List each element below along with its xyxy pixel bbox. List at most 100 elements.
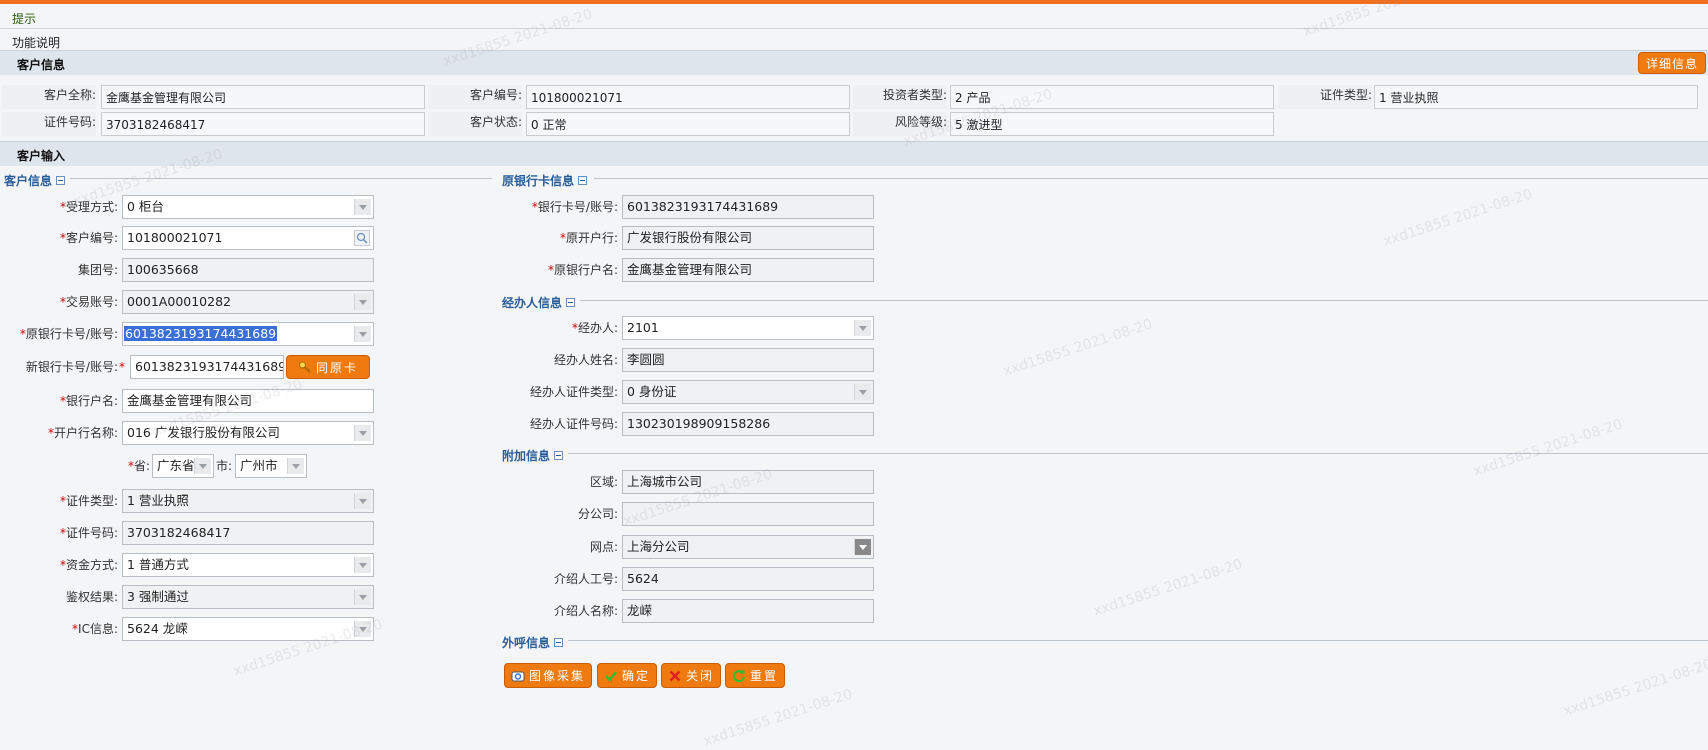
group-title: 客户信息 <box>4 174 53 188</box>
search-icon[interactable] <box>354 230 370 246</box>
province-select[interactable]: 广东省 <box>152 454 214 478</box>
orig-bank-label: *原开户行: <box>559 231 618 245</box>
outlet-select[interactable]: 上海分公司 <box>622 535 874 559</box>
function-description-label[interactable]: 功能说明 <box>12 34 60 51</box>
customer-info-section-header: 客户信息 <box>0 50 1708 75</box>
image-capture-button[interactable]: 图像采集 <box>504 663 592 688</box>
province-label: *省: <box>127 459 150 473</box>
same-as-original-card-button[interactable]: 同原卡 <box>286 355 370 379</box>
watermark: xxd15855 2021-08-20 <box>1301 0 1455 40</box>
cust-status-label: 客户状态: <box>428 112 522 136</box>
orig-acct-name-label: *原银行户名: <box>547 263 618 277</box>
cust-no-value: 101800021071 <box>526 85 850 109</box>
acct-name-input[interactable]: 金鹰基金管理有限公司 <box>122 389 374 413</box>
ic-info-select[interactable]: 5624 龙嵘 <box>122 617 374 641</box>
watermark: xxd15855 2021-08-20 <box>1471 416 1625 480</box>
reset-button[interactable]: 重置 <box>725 663 785 688</box>
chevron-down-icon[interactable] <box>287 458 304 474</box>
chevron-down-icon[interactable] <box>354 557 371 573</box>
detail-info-label: 详细信息 <box>1645 56 1698 71</box>
chevron-down-icon[interactable] <box>854 384 871 400</box>
chevron-down-icon[interactable] <box>354 493 371 509</box>
close-label: 关闭 <box>685 669 714 683</box>
trade-acct-select[interactable]: 0001A00010282 <box>122 290 374 314</box>
watermark: xxd15855 2021-08-20 <box>701 686 855 750</box>
agent-name-field: 李圆圆 <box>622 348 874 372</box>
group-orig-bank-info[interactable]: 原银行卡信息 <box>502 172 588 189</box>
chevron-down-icon[interactable] <box>354 425 371 441</box>
orig-card-select[interactable]: 6013823193174431689 <box>122 322 374 346</box>
confirm-button[interactable]: 确定 <box>597 663 657 688</box>
chevron-down-icon[interactable] <box>354 199 371 215</box>
orig-bank-card-field: 6013823193174431689 <box>622 195 874 219</box>
divider <box>0 28 1708 29</box>
chevron-down-icon[interactable] <box>354 294 371 310</box>
group-extra-info[interactable]: 附加信息 <box>502 447 564 464</box>
confirm-label: 确定 <box>621 669 650 683</box>
customer-input-section-header: 客户输入 <box>0 141 1708 166</box>
fund-mode-select[interactable]: 1 普通方式 <box>122 553 374 577</box>
chevron-down-icon[interactable] <box>354 589 371 605</box>
agent-id-no-field: 130230198909158286 <box>622 412 874 436</box>
cust-no-input-label: *客户编号: <box>59 231 118 245</box>
group-title: 原银行卡信息 <box>502 174 575 188</box>
new-card-input[interactable]: 6013823193174431689 <box>130 355 284 379</box>
group-customer-info[interactable]: 客户信息 <box>4 172 66 189</box>
chevron-down-icon[interactable] <box>354 621 371 637</box>
top-accent-bar <box>0 0 1708 4</box>
detail-info-button[interactable]: 详细信息 <box>1638 52 1706 74</box>
id-type-input-label: *证件类型: <box>59 494 118 508</box>
agent-label: *经办人: <box>571 321 618 335</box>
id-type-value: 1 营业执照 <box>1374 85 1698 109</box>
cust-no-input[interactable]: 101800021071 <box>122 226 374 250</box>
agent-id-type-select[interactable]: 0 身份证 <box>622 380 874 404</box>
close-icon <box>669 670 681 681</box>
new-card-label: 新银行卡号/账号: <box>25 360 118 374</box>
region-label: 区域: <box>589 475 618 489</box>
trade-acct-label: *交易账号: <box>59 295 118 309</box>
risk-level-label: 风险等级: <box>853 112 947 136</box>
agent-id-no-label: 经办人证件号码: <box>529 417 618 431</box>
id-no-label: 证件号码: <box>2 112 96 136</box>
chevron-down-icon[interactable] <box>854 539 871 555</box>
tip-label[interactable]: 提示 <box>12 10 36 27</box>
group-divider <box>568 453 1708 454</box>
bank-name-select[interactable]: 016 广发银行股份有限公司 <box>122 421 374 445</box>
collapse-icon[interactable] <box>566 298 576 307</box>
id-no-field: 3703182468417 <box>122 521 374 545</box>
reset-label: 重置 <box>749 669 778 683</box>
same-card-label: 同原卡 <box>315 360 358 375</box>
agent-select[interactable]: 2101 <box>622 316 874 340</box>
accept-mode-label: *受理方式: <box>59 200 118 214</box>
accept-mode-select[interactable]: 0 柜台 <box>122 195 374 219</box>
orig-bank-field: 广发银行股份有限公司 <box>622 226 874 250</box>
group-no-field: 100635668 <box>122 258 374 282</box>
investor-type-value: 2 产品 <box>950 85 1274 109</box>
id-no-input-label: *证件号码: <box>59 526 118 540</box>
region-field: 上海城市公司 <box>622 470 874 494</box>
chevron-down-icon[interactable] <box>354 326 371 342</box>
watermark: xxd15855 2021-08-20 <box>1381 186 1535 250</box>
collapse-icon[interactable] <box>56 176 66 185</box>
risk-level-value: 5 激进型 <box>950 112 1274 136</box>
collapse-icon[interactable] <box>554 451 564 460</box>
branch-label: 分公司: <box>577 507 618 521</box>
watermark: xxd15855 2021-08-20 <box>1001 316 1155 380</box>
check-icon <box>605 670 617 682</box>
group-agent-info[interactable]: 经办人信息 <box>502 294 576 311</box>
group-title: 经办人信息 <box>502 296 563 310</box>
collapse-icon[interactable] <box>578 176 588 185</box>
fund-mode-label: *资金方式: <box>59 558 118 572</box>
chevron-down-icon[interactable] <box>854 320 871 336</box>
collapse-icon[interactable] <box>554 638 564 647</box>
watermark: xxd15855 2021-08-20 <box>1561 656 1708 720</box>
referrer-no-label: 介绍人工号: <box>553 572 618 586</box>
camera-icon <box>511 671 525 681</box>
referrer-no-field: 5624 <box>622 567 874 591</box>
city-select[interactable]: 广州市 <box>235 454 307 478</box>
chevron-down-icon[interactable] <box>194 458 211 474</box>
auth-result-select[interactable]: 3 强制通过 <box>122 585 374 609</box>
group-outcall-info[interactable]: 外呼信息 <box>502 634 564 651</box>
id-type-select[interactable]: 1 营业执照 <box>122 489 374 513</box>
close-button[interactable]: 关闭 <box>661 663 721 688</box>
